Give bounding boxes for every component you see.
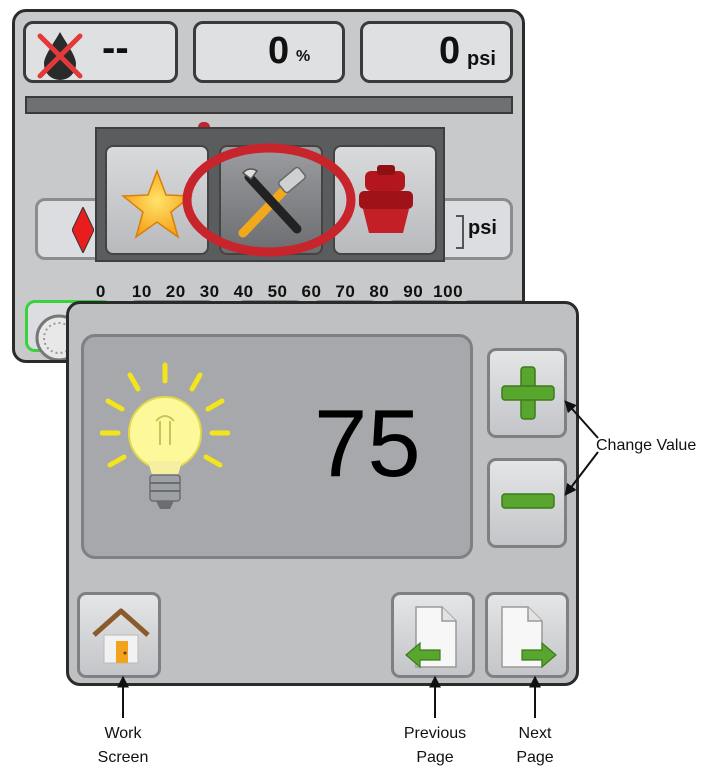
next-page-callout: Next Page (500, 722, 570, 770)
callout-line: Page (516, 749, 554, 766)
work-screen-callout: Work Screen (83, 722, 163, 770)
callout-line: Previous (403, 725, 467, 742)
callout-line: Work (104, 725, 142, 742)
callout-arrows (117, 400, 599, 718)
callout-line: Screen (97, 749, 149, 766)
previous-page-callout: Previous Page (395, 722, 475, 770)
change-value-callout: Change Value (596, 437, 697, 454)
callout-line: Page (416, 749, 454, 766)
callout-line: Next (518, 725, 552, 742)
